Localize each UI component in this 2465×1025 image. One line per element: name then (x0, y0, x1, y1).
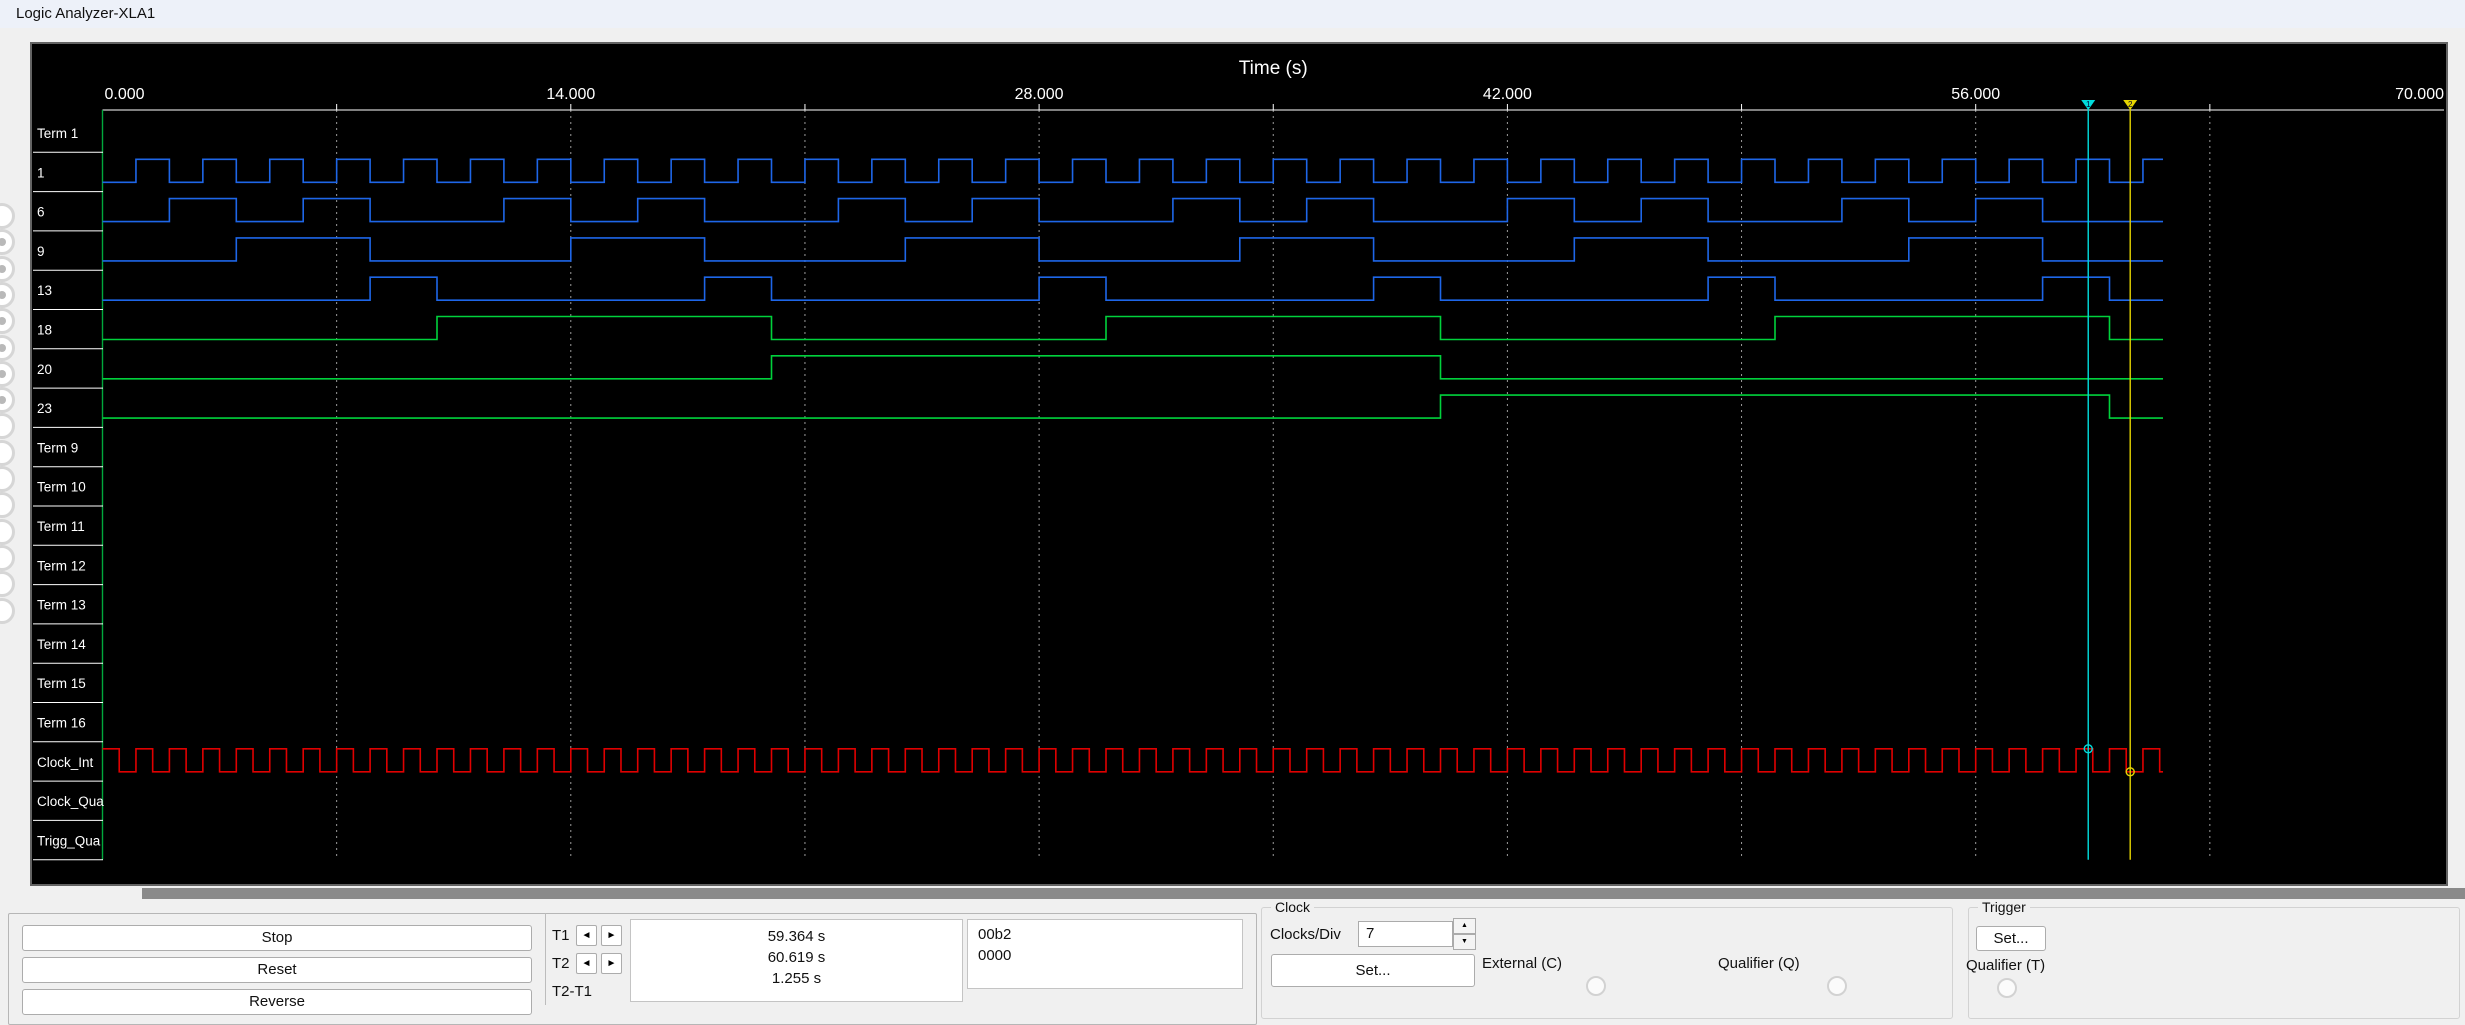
t2-value: 60.619 s (767, 949, 826, 966)
waveform-13 (102, 276, 2164, 301)
time-tick-label: 70.000 (2395, 86, 2444, 103)
channel-label: Term 11 (37, 519, 85, 534)
clocks-div-spinner: ▲ ▼ (1453, 918, 1476, 950)
divider (545, 913, 546, 1005)
terminal-pin (0, 203, 15, 229)
t2t1-value: 1.255 s (771, 970, 822, 987)
terminal-connected-dot (0, 396, 6, 405)
waveform-1 (102, 158, 2164, 184)
cursor-2-number: 2 (2128, 100, 2133, 109)
stop-button[interactable]: Stop (22, 925, 532, 951)
time-tick-label: 42.000 (1483, 86, 1532, 103)
cursor-hex-readout: 00b2 0000 (967, 919, 1243, 989)
trigger-qualifier-terminal[interactable] (1997, 978, 2017, 998)
clocks-div-input[interactable]: 7 (1358, 921, 1453, 947)
terminal-pin (0, 360, 15, 387)
channel-label: Term 9 (37, 440, 78, 455)
trigger-set-button[interactable]: Set... (1976, 926, 2046, 951)
clock-group-title: Clock (1271, 899, 1315, 915)
trigger-qualifier-label: Qualifier (T) (1966, 957, 2046, 974)
spin-down-button[interactable]: ▼ (1453, 934, 1476, 950)
channel-label: 6 (37, 205, 45, 220)
time-tick-label: 0.000 (105, 86, 145, 103)
time-tick-label: 14.000 (546, 86, 595, 103)
channel-label: Term 14 (37, 637, 86, 652)
reset-button[interactable]: Reset (22, 957, 532, 983)
clock-qualifier-terminal[interactable] (1827, 976, 1847, 996)
terminal-pin (0, 281, 15, 308)
cursor-time-readout: 59.364 s 60.619 s 1.255 s (630, 919, 963, 1002)
window-title: Logic Analyzer-XLA1 (16, 5, 156, 22)
channel-label: Trigg_Qua (37, 833, 101, 848)
t1-left-arrow-button[interactable]: ◄ (576, 925, 597, 946)
channel-label: Term 13 (37, 598, 86, 613)
t2-left-arrow-button[interactable]: ◄ (576, 953, 597, 974)
reverse-button[interactable]: Reverse (22, 989, 532, 1015)
channel-label: 20 (37, 362, 52, 377)
terminal-pin (0, 334, 15, 361)
waveform-display: Time (s) 0.000 14.000 28.000 42.000 56.000 70.… (33, 58, 2444, 861)
t1-right-arrow-button[interactable]: ► (601, 925, 622, 946)
channel-label: Clock_Int (37, 755, 94, 770)
clock-qualifier-label: Qualifier (Q) (1718, 955, 1800, 972)
terminal-pin (0, 387, 15, 414)
terminal-pin (0, 492, 15, 519)
channel-label: Term 12 (37, 558, 86, 573)
time-tick-label: 28.000 (1015, 86, 1064, 103)
waveform-20 (102, 355, 2164, 380)
waveform-panel: Time (s) 0.000 14.000 28.000 42.000 56.000 70.… (30, 42, 2448, 886)
clocks-div-label: Clocks/Div (1270, 926, 1341, 943)
t2t1-label: T2-T1 (552, 983, 593, 1000)
terminal-pin (0, 597, 15, 624)
terminal-connected-dot (0, 369, 6, 378)
channel-label: 9 (37, 244, 45, 259)
terminal-connected-dot (0, 317, 6, 326)
channel-label: Term 16 (37, 716, 86, 731)
external-clock-terminal[interactable] (1586, 976, 1606, 996)
waveform-9 (102, 237, 2164, 262)
t1-label: T1 (552, 927, 570, 944)
channel-label: 23 (37, 401, 52, 416)
t1-value: 59.364 s (767, 928, 826, 945)
terminal-pin (0, 308, 15, 335)
channel-label: Clock_Qua (37, 794, 104, 809)
terminal-connected-dot (0, 238, 6, 247)
channel-label: 13 (37, 283, 52, 298)
waveform-23 (102, 394, 2164, 419)
hex-value-2: 0000 (978, 947, 1012, 964)
t2-label: T2 (552, 955, 570, 972)
channel-label: Term 1 (37, 126, 78, 141)
terminal-pin (0, 255, 15, 282)
terminal-pin (0, 518, 15, 545)
waveform-6 (102, 197, 2164, 223)
terminal-pin (0, 571, 15, 598)
time-tick-label: 56.000 (1951, 86, 2000, 103)
channel-label: Term 10 (37, 480, 86, 495)
terminal-connected-dot (0, 290, 6, 299)
t2-right-arrow-button[interactable]: ► (601, 953, 622, 974)
channel-label: 1 (37, 165, 45, 180)
cursor-1-number: 1 (2086, 100, 2091, 109)
terminal-pin (0, 229, 15, 256)
spin-up-button[interactable]: ▲ (1453, 918, 1476, 934)
hex-value-1: 00b2 (978, 926, 1012, 943)
channel-label: Term 15 (37, 676, 86, 691)
terminal-pin (0, 466, 15, 492)
clock-set-button[interactable]: Set... (1271, 954, 1475, 987)
terminal-pin (0, 413, 15, 440)
external-clock-label: External (C) (1482, 955, 1563, 972)
time-axis-title: Time (s) (1239, 58, 1308, 79)
channel-label: 18 (37, 323, 52, 338)
window-title-bar: Logic Analyzer-XLA1 (0, 0, 2465, 28)
terminal-pin (0, 439, 15, 466)
terminal-connected-dot (0, 264, 6, 273)
terminal-connected-dot (0, 343, 6, 352)
waveform-18 (102, 315, 2164, 341)
terminal-pin (0, 544, 15, 571)
trigger-group-title: Trigger (1978, 899, 2030, 915)
waveform-clock_int (102, 748, 2164, 773)
horizontal-scrollbar[interactable] (142, 888, 2465, 899)
